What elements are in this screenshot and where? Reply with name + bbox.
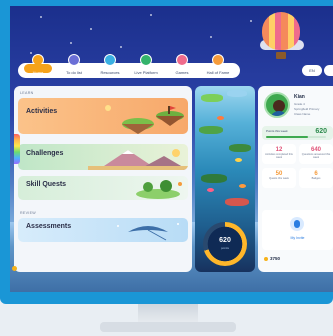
profile-class: Class Name	[294, 112, 311, 116]
nav-label: Hall of Fame	[206, 70, 230, 75]
nav-label: To do list	[66, 70, 82, 75]
stat-label: Badges	[311, 177, 321, 180]
profile-grade: Grade 4	[294, 102, 305, 106]
book-icon	[104, 54, 116, 66]
profile-name: Kian	[294, 94, 305, 100]
fish	[239, 184, 246, 188]
floating-platform	[201, 174, 227, 183]
card-title: Assessments	[26, 223, 72, 230]
nav-label: Games	[175, 70, 189, 75]
challenges-card[interactable]: Challenges	[18, 144, 188, 170]
section-label-review: REVIEW	[20, 211, 36, 215]
floating-platform	[225, 198, 249, 206]
menu-button[interactable]	[324, 65, 333, 76]
score-unit: points	[220, 246, 229, 250]
profile-panel: Kian Grade 4 Springfield Primary Class N…	[258, 86, 333, 272]
gamepad-icon	[176, 54, 188, 66]
nav-item-resources[interactable]: Resources	[96, 54, 124, 75]
floating-platform	[201, 94, 223, 102]
fish	[207, 188, 214, 192]
points-progress-fill	[266, 136, 308, 138]
points-progress-track	[266, 136, 326, 138]
section-label-learn: LEARN	[20, 91, 34, 95]
points-label: Points this week	[266, 129, 288, 133]
coin-balance: 3750	[264, 256, 280, 261]
ocean-game-view[interactable]: 620 points	[195, 86, 255, 272]
learning-panel: LEARN Activities Challenges Skill Quests	[14, 86, 192, 272]
weekly-points-card: Points this week 620	[262, 126, 333, 140]
coin-value: 3750	[270, 256, 281, 261]
stat-activities: 12 Activities completed this week	[262, 144, 296, 164]
activities-card[interactable]: Activities	[18, 98, 188, 134]
floating-platform	[229, 144, 251, 152]
nav-label: Live Platform	[134, 70, 158, 75]
stat-label: Questions answered this week	[301, 153, 331, 159]
invite-card[interactable]: My Invite	[262, 210, 333, 250]
nav-item-home[interactable]: Home	[24, 54, 52, 75]
person-icon	[290, 217, 304, 231]
island-illustration	[136, 180, 182, 199]
card-title: Activities	[26, 108, 58, 115]
nav-item-games[interactable]: Games	[168, 54, 196, 75]
coin-icon	[12, 266, 17, 271]
language-button[interactable]: EN	[302, 65, 322, 76]
floating-platform	[227, 90, 247, 97]
nav-item-todo[interactable]: To do list	[60, 54, 88, 75]
card-title: Challenges	[26, 150, 64, 157]
card-title: Skill Quests	[26, 181, 67, 188]
rainbow-decoration	[14, 134, 20, 164]
profile-school: Springfield Primary	[294, 107, 320, 111]
globe-icon	[140, 54, 152, 66]
coin-icon	[264, 256, 268, 261]
nav-label: Resources	[100, 70, 120, 75]
fish	[217, 116, 224, 120]
pencil-icon	[68, 54, 80, 66]
nav-item-hall-of-fame[interactable]: Hall of Fame	[204, 54, 232, 75]
stat-badges: 6 Badges	[299, 168, 333, 188]
fish	[235, 158, 242, 162]
avatar[interactable]	[264, 92, 290, 118]
nav-label: Home	[32, 70, 44, 75]
mountain-illustration	[88, 149, 188, 170]
score-value: 620	[219, 237, 231, 244]
score-gauge: 620 points	[203, 222, 247, 266]
invite-label: My Invite	[290, 236, 305, 240]
stat-label: Activities completed this week	[265, 153, 293, 159]
manta-ray-illustration	[117, 223, 179, 241]
stat-questions: 640 Questions answered this week	[299, 144, 333, 164]
points-value: 620	[315, 128, 327, 135]
skill-quests-card[interactable]: Skill Quests	[18, 176, 188, 200]
stat-label: Quests this week	[269, 177, 289, 180]
monitor-stand-neck	[138, 304, 198, 324]
assessments-card[interactable]: Assessments	[18, 218, 188, 242]
trophy-icon	[212, 54, 224, 66]
floating-platform	[199, 126, 223, 134]
floating-islands-illustration	[105, 105, 184, 134]
stat-quests: 50 Quests this week	[262, 168, 296, 188]
monitor-stand-base	[100, 322, 236, 332]
top-navigation: Home To do list Resources Live Platform …	[18, 54, 240, 78]
nav-item-live-platform[interactable]: Live Platform	[132, 54, 160, 75]
hot-air-balloon-illustration	[262, 12, 300, 59]
